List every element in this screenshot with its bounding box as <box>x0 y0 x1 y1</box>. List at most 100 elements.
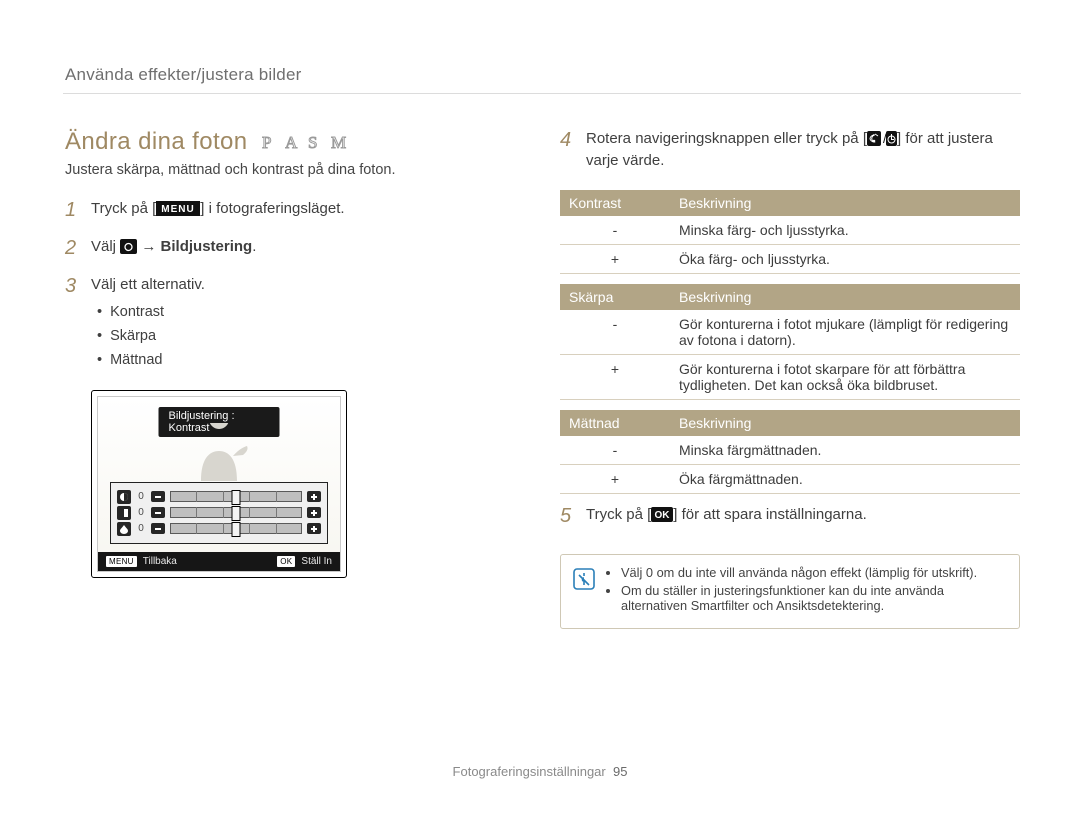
table-row: +Öka färg- och ljusstyrka. <box>560 244 1020 273</box>
left-column: Ändra dina foton P A S M Justera skärpa,… <box>65 128 485 578</box>
step-4: 4 Rotera navigeringsknappen eller tryck … <box>560 128 1020 172</box>
step-5-pre: Tryck på [ <box>586 506 651 523</box>
note-box: Välj 0 om du inte vill använda någon eff… <box>560 554 1020 629</box>
cell-symbol: + <box>560 464 670 493</box>
plus-icon <box>307 491 321 502</box>
breadcrumb: Använda effekter/justera bilder <box>65 65 301 85</box>
slider-panel: 0 0 0 <box>110 482 328 544</box>
svg-text:M: M <box>331 134 347 151</box>
subtitle: Justera skärpa, mättnad och kontrast på … <box>65 162 485 178</box>
th: Kontrast <box>560 190 670 216</box>
menu-key-icon: MENU <box>106 556 137 567</box>
bullet-skarpa: Skärpa <box>97 326 205 347</box>
step-4-pre: Rotera navigeringsknappen eller tryck på… <box>586 130 867 147</box>
page-footer: Fotograferingsinställningar 95 <box>0 764 1080 779</box>
ok-key-icon: OK <box>277 556 295 567</box>
slider-value: 0 <box>136 523 146 534</box>
ok-icon: OK <box>651 507 673 522</box>
step-2-text-pre: Välj <box>91 238 120 255</box>
step-3-bullets: Kontrast Skärpa Mättnad <box>97 302 205 371</box>
camera-screen: Bildjustering : Kontrast 0 0 <box>91 390 347 578</box>
step-5-post: ] för att spara inställningarna. <box>673 506 866 523</box>
lcd-back-label: Tillbaka <box>143 556 177 567</box>
mode-a-icon: A <box>285 134 302 151</box>
silhouette-graphic <box>159 423 279 481</box>
footer-page-number: 95 <box>613 764 627 779</box>
step-2-arrow: → <box>137 238 160 255</box>
table-row: -Gör konturerna i fotot mjukare (lämplig… <box>560 310 1020 355</box>
step-1-text-post: ] i fotograferingsläget. <box>200 200 344 217</box>
plus-icon <box>307 507 321 518</box>
mode-m-icon: M <box>331 134 351 151</box>
svg-text:OK: OK <box>655 510 671 521</box>
cell-desc: Minska färg- och ljusstyrka. <box>670 216 1020 245</box>
step-number: 4 <box>560 128 576 152</box>
cell-desc: Öka färgmättnaden. <box>670 464 1020 493</box>
step-2-bold: Bildjustering <box>161 238 253 255</box>
step-1: 1 Tryck på [ MENU ] i fotograferingsläget. <box>65 198 485 222</box>
cell-symbol: - <box>560 310 670 355</box>
th: Beskrivning <box>670 284 1020 310</box>
cell-desc: Minska färgmättnaden. <box>670 436 1020 465</box>
cell-symbol: - <box>560 436 670 465</box>
slider-track <box>170 523 302 534</box>
step-2-tail: . <box>252 238 256 255</box>
slider-track <box>170 507 302 518</box>
contrast-icon <box>117 490 131 504</box>
menu-icon: MENU <box>156 201 200 216</box>
note-item: Om du ställer in justeringsfunktioner ka… <box>621 583 1005 613</box>
step-number: 2 <box>65 236 81 260</box>
table-row: +Gör konturerna i fotot skarpare för att… <box>560 354 1020 399</box>
step-3-text: Välj ett alternativ. <box>91 276 205 293</box>
divider <box>63 93 1021 94</box>
cell-desc: Öka färg- och ljusstyrka. <box>670 244 1020 273</box>
th: Beskrivning <box>670 410 1020 436</box>
macro-timer-icon: / <box>867 131 897 146</box>
th: Skärpa <box>560 284 670 310</box>
minus-icon <box>151 523 165 534</box>
step-2: 2 Välj → Bildjustering. <box>65 236 485 260</box>
camera-icon <box>120 239 137 254</box>
saturation-icon <box>117 522 131 536</box>
th: Mättnad <box>560 410 670 436</box>
step-1-text-pre: Tryck på [ <box>91 200 156 217</box>
cell-symbol: - <box>560 216 670 245</box>
footer-section: Fotograferingsinställningar <box>453 764 606 779</box>
page-title-text: Ändra dina foton <box>65 128 248 156</box>
slider-contrast: 0 <box>117 490 321 504</box>
minus-icon <box>151 507 165 518</box>
svg-text:S: S <box>308 134 318 151</box>
slider-value: 0 <box>136 507 146 518</box>
slider-sharpness: 0 <box>117 506 321 520</box>
th: Beskrivning <box>670 190 1020 216</box>
svg-text:A: A <box>285 134 298 151</box>
slider-value: 0 <box>136 491 146 502</box>
bullet-kontrast: Kontrast <box>97 302 205 323</box>
cell-desc: Gör konturerna i fotot mjukare (lämpligt… <box>670 310 1020 355</box>
step-number: 3 <box>65 274 81 298</box>
step-number: 1 <box>65 198 81 222</box>
table-row: -Minska färgmättnaden. <box>560 436 1020 465</box>
svg-text:P: P <box>262 134 272 151</box>
note-item: Välj 0 om du inte vill använda någon eff… <box>621 565 1005 580</box>
table-mattnad: MättnadBeskrivning -Minska färgmättnaden… <box>560 410 1020 494</box>
lcd-footer: MENUTillbaka OKStäll In <box>98 552 340 571</box>
slider-track <box>170 491 302 502</box>
svg-text:MENU: MENU <box>162 204 195 215</box>
table-skarpa: SkärpaBeskrivning -Gör konturerna i foto… <box>560 284 1020 400</box>
mode-s-icon: S <box>308 134 325 151</box>
sharpness-icon <box>117 506 131 520</box>
cell-symbol: + <box>560 354 670 399</box>
table-row: -Minska färg- och ljusstyrka. <box>560 216 1020 245</box>
step-5: 5 Tryck på [ OK] för att spara inställnin… <box>560 504 1020 528</box>
slider-saturation: 0 <box>117 522 321 536</box>
bullet-mattnad: Mättnad <box>97 350 205 371</box>
minus-icon <box>151 491 165 502</box>
cell-desc: Gör konturerna i fotot skarpare för att … <box>670 354 1020 399</box>
cell-symbol: + <box>560 244 670 273</box>
step-number: 5 <box>560 504 576 528</box>
mode-p-icon: P <box>262 134 279 151</box>
right-column: 4 Rotera navigeringsknappen eller tryck … <box>560 128 1020 629</box>
step-3: 3 Välj ett alternativ. Kontrast Skärpa M… <box>65 274 485 374</box>
table-row: +Öka färgmättnaden. <box>560 464 1020 493</box>
